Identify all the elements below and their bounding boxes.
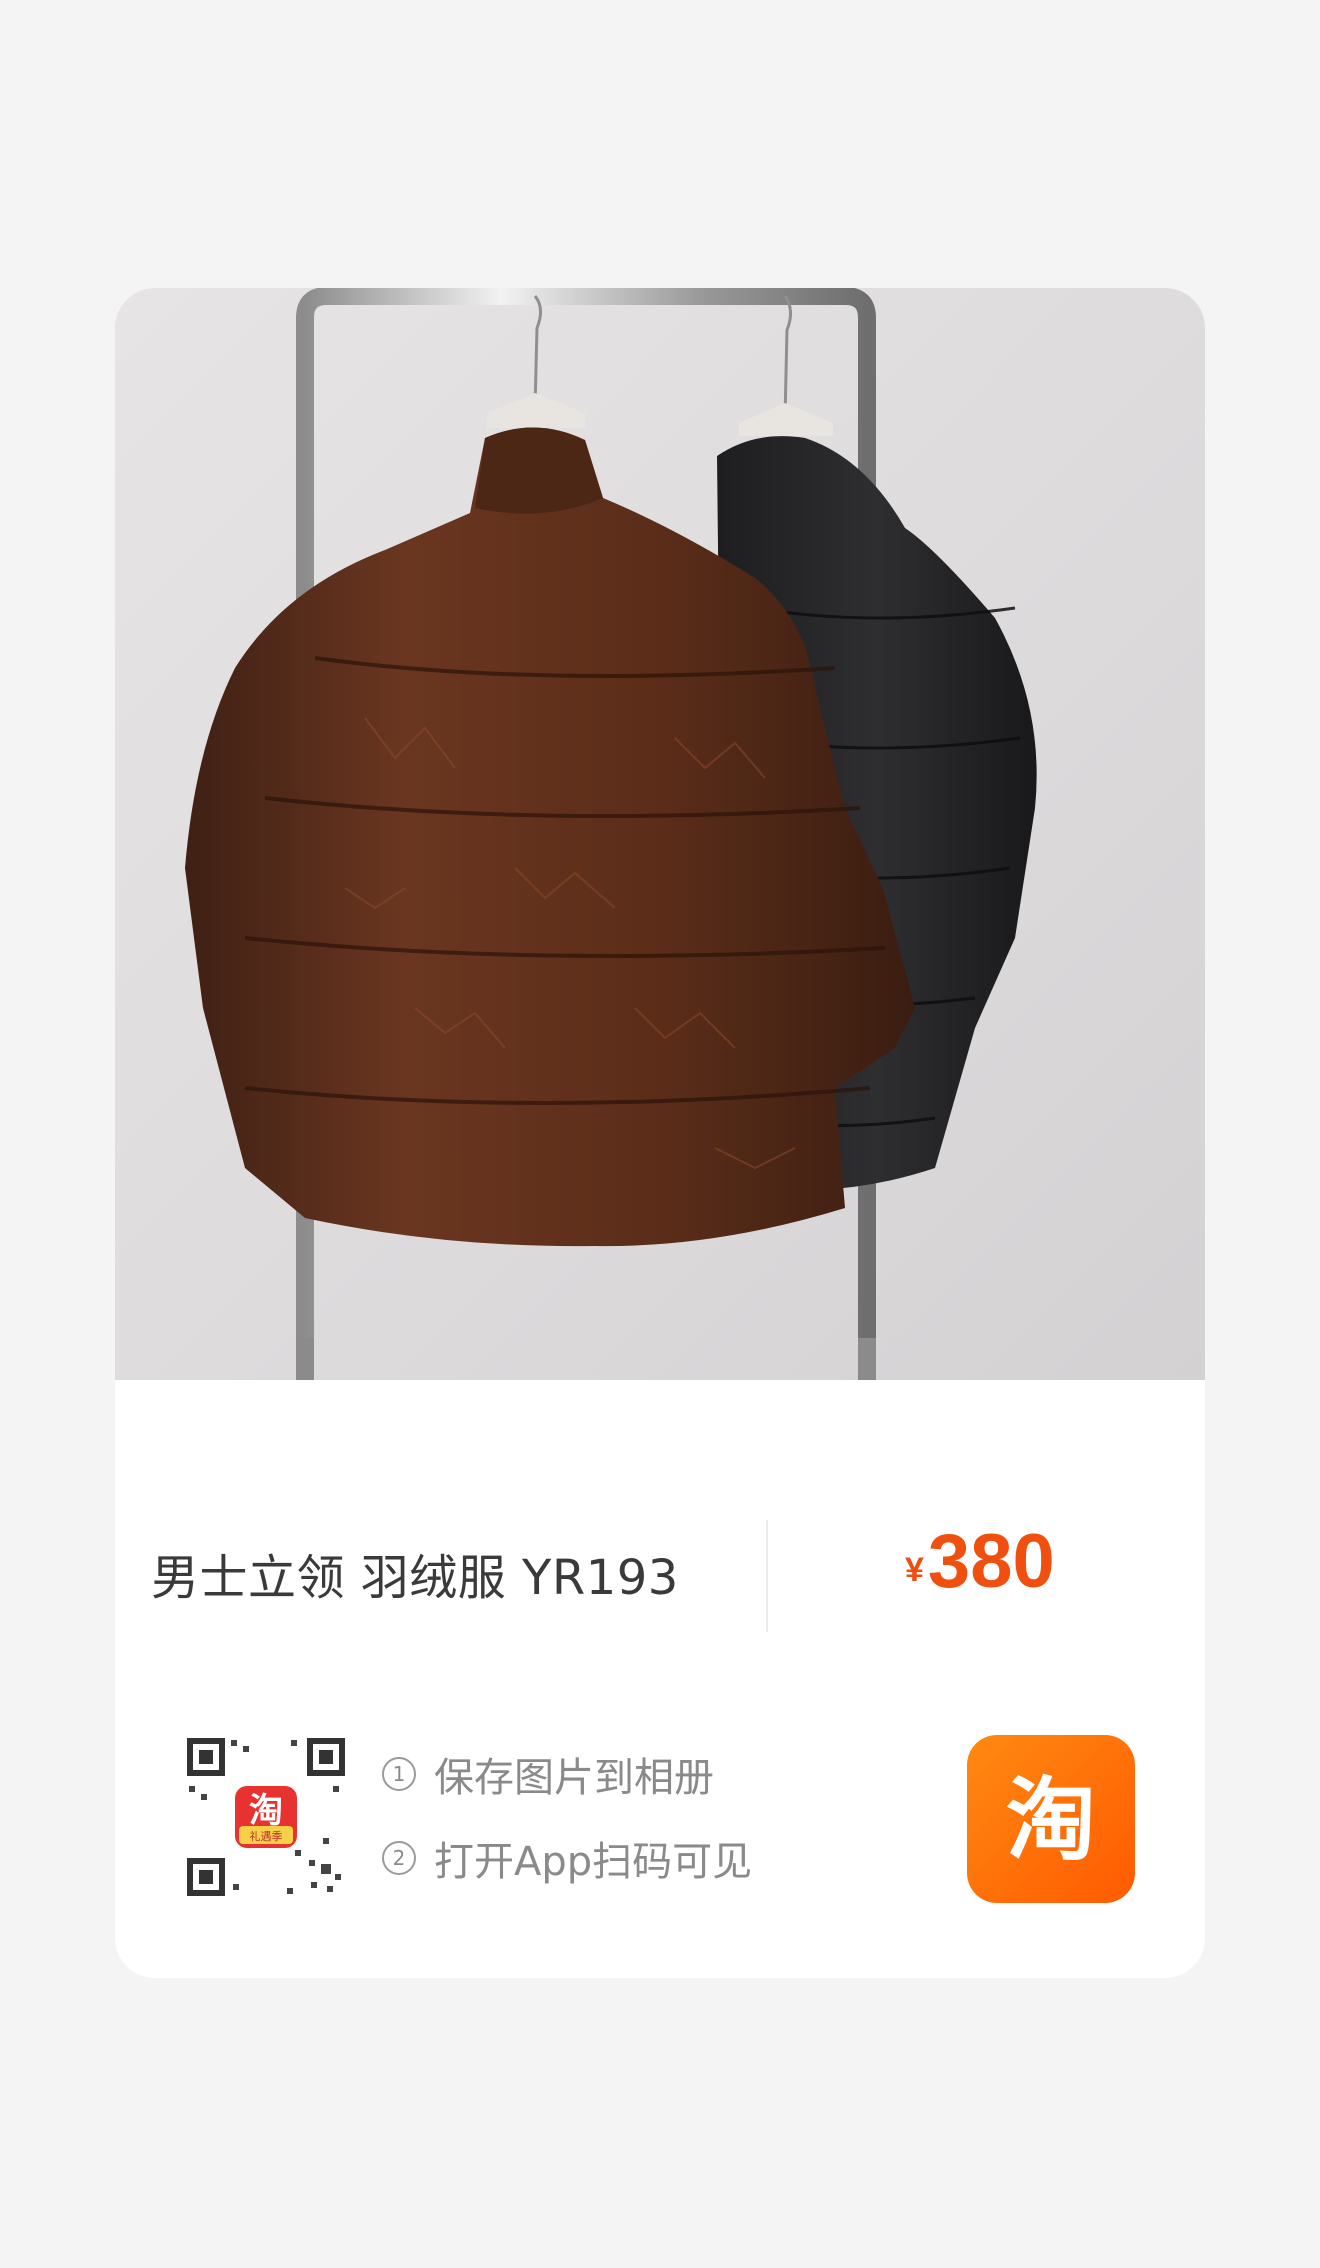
step-2-text: 打开App扫码可见 (434, 1839, 753, 1885)
step-open-app: 2 打开App扫码可见 (382, 1828, 752, 1888)
vertical-divider (766, 1520, 768, 1632)
taobao-app-icon[interactable]: 淘 (967, 1735, 1135, 1903)
price-currency: ¥ (905, 1551, 924, 1589)
qr-badge-sub: 礼遇季 (250, 1829, 283, 1843)
product-info-row: 男士立领 羽绒服 YR193 ¥380 (115, 1380, 1205, 1680)
step-number-2: 2 (382, 1841, 416, 1875)
share-steps: 1 保存图片到相册 2 打开App扫码可见 (382, 1744, 752, 1912)
product-image[interactable] (115, 288, 1205, 1380)
product-title[interactable]: 男士立领 羽绒服 YR193 (151, 1538, 679, 1608)
qr-badge-char: 淘 (249, 1791, 283, 1831)
product-price: ¥380 (905, 1518, 1055, 1605)
qr-finder-icon (187, 1738, 225, 1776)
step-number-1: 1 (382, 1757, 416, 1791)
taobao-logo-glyph-icon: 淘 (1006, 1768, 1096, 1873)
product-share-card: 男士立领 羽绒服 YR193 ¥380 淘 礼遇季 1 保存图片到相册 2 打开… (115, 288, 1205, 1978)
qr-taobao-badge-icon: 淘 礼遇季 (235, 1786, 297, 1848)
qr-code[interactable]: 淘 礼遇季 (183, 1734, 349, 1900)
step-1-text: 保存图片到相册 (434, 1755, 714, 1801)
price-amount: 380 (927, 1519, 1055, 1604)
taobao-logo-char: 淘 (1006, 1768, 1096, 1873)
step-save-image: 1 保存图片到相册 (382, 1744, 752, 1804)
